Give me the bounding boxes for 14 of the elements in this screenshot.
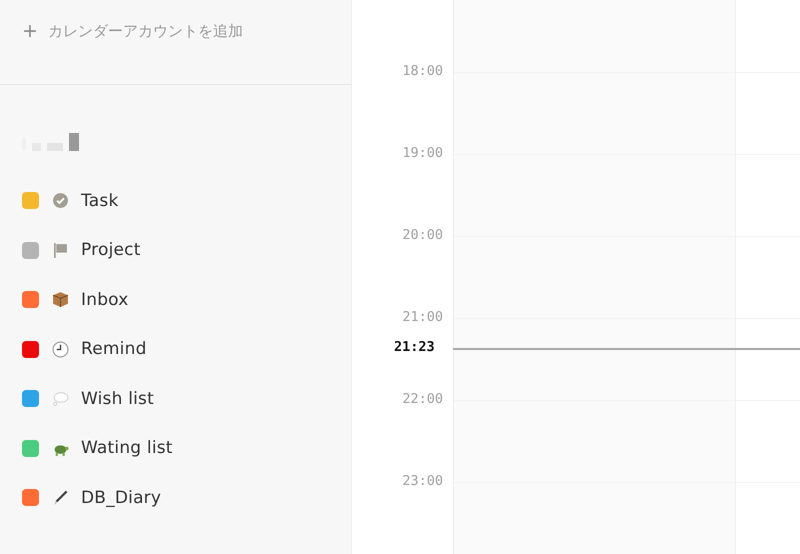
calendar-list-item[interactable]: Inbox	[0, 275, 351, 324]
calendar-list-item[interactable]: Project	[0, 226, 351, 275]
clock-icon	[52, 340, 69, 358]
calendar-list-item[interactable]: Wating list	[0, 424, 351, 473]
pen-icon	[52, 489, 69, 506]
plus-icon: +	[22, 22, 38, 41]
thought-bubble-icon	[52, 390, 69, 408]
check-circle-icon	[52, 192, 69, 210]
calendar-list-item[interactable]: Task	[0, 176, 351, 226]
flag-icon	[52, 242, 69, 259]
calendar-list-item[interactable]: DB_Diary	[0, 473, 351, 522]
package-icon	[52, 291, 69, 308]
calendar-list-item[interactable]: Remind	[0, 324, 351, 374]
calendar-list-item[interactable]: Wish list	[0, 374, 351, 424]
